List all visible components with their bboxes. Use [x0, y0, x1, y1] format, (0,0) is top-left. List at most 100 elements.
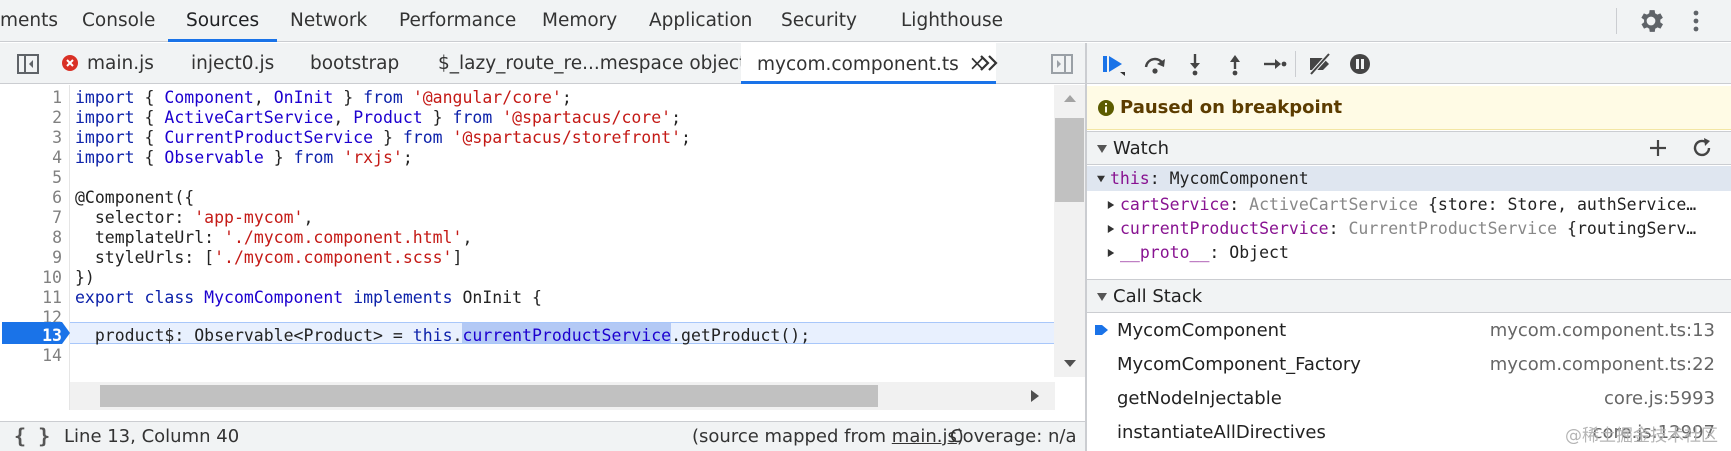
- callstack-frame[interactable]: getNodeInjectable core.js:5993: [1087, 382, 1731, 416]
- watch-type: CurrentProductService: [1348, 219, 1558, 238]
- devtools-tab-security[interactable]: Security: [781, 0, 857, 42]
- code-token-kw: implements: [353, 288, 453, 307]
- code-token-id: OnInit: [273, 88, 334, 107]
- expand-triangle-icon[interactable]: [1107, 200, 1115, 210]
- code-token-str: '@spartacus/storefront': [452, 128, 682, 147]
- line-number-gutter[interactable]: 1 2 3 4 5 6 7 8 9 10 11 12 13 14: [0, 85, 70, 410]
- vertical-scroll-thumb[interactable]: [1055, 118, 1084, 202]
- line-number[interactable]: 5: [0, 167, 62, 189]
- more-tabs-chevron-icon[interactable]: [978, 50, 1000, 76]
- devtools-tab-performance[interactable]: Performance: [399, 0, 516, 42]
- pause-on-exceptions-icon[interactable]: [1347, 52, 1373, 76]
- settings-gear-icon[interactable]: [1636, 6, 1666, 36]
- code-token: ,: [462, 228, 473, 247]
- code-token-kw: import: [75, 88, 135, 107]
- line-number[interactable]: 3: [0, 127, 62, 149]
- editor-tab-label: $_lazy_route_re...mespace object: [438, 53, 747, 74]
- add-watch-icon[interactable]: [1647, 137, 1669, 159]
- code-token-kw: from: [402, 128, 443, 147]
- step-icon[interactable]: [1262, 52, 1288, 76]
- code-token: ;: [561, 88, 572, 107]
- callstack-function: instantiateAllDirectives: [1117, 422, 1326, 443]
- step-into-icon[interactable]: [1182, 52, 1208, 76]
- devtools-tab-console[interactable]: Console: [82, 0, 155, 42]
- editor-tab[interactable]: inject0.js: [191, 43, 274, 84]
- code-token-kw: from: [363, 88, 403, 107]
- line-number[interactable]: 13: [0, 325, 62, 347]
- watch-row[interactable]: this: MycomComponent: [1087, 166, 1731, 191]
- toolbar-divider: [1295, 51, 1296, 77]
- deactivate-breakpoints-icon[interactable]: [1307, 52, 1333, 76]
- line-number[interactable]: 6: [0, 187, 62, 209]
- callstack-section-header[interactable]: Call Stack: [1087, 279, 1731, 313]
- code-token-id: MycomComponent: [204, 288, 344, 307]
- watch-value: MycomComponent: [1169, 169, 1309, 188]
- devtools-tab-memory[interactable]: Memory: [542, 0, 617, 42]
- line-number[interactable]: 2: [0, 107, 62, 129]
- devtools-tab-application[interactable]: Application: [649, 0, 752, 42]
- scroll-down-arrow-icon[interactable]: [1063, 359, 1077, 369]
- devtools-tab-network[interactable]: Network: [290, 0, 367, 42]
- callstack-location[interactable]: core.js:5993: [1604, 388, 1715, 409]
- paused-message: Paused on breakpoint: [1120, 97, 1343, 118]
- devtools-tab-ments[interactable]: ments: [0, 0, 58, 42]
- callstack-frame[interactable]: MycomComponent_Factory mycom.component.ts…: [1087, 348, 1731, 382]
- vertical-scrollbar[interactable]: [1054, 85, 1085, 377]
- code-token: }: [333, 88, 364, 107]
- code-token: ,: [303, 208, 314, 227]
- more-options-icon[interactable]: [1684, 6, 1708, 36]
- watch-section-header[interactable]: Watch: [1087, 131, 1731, 165]
- horizontal-scroll-thumb[interactable]: [100, 385, 878, 407]
- line-number[interactable]: 9: [0, 247, 62, 269]
- watch-row[interactable]: currentProductService: CurrentProductSer…: [1087, 216, 1731, 241]
- watch-row[interactable]: cartService: ActiveCartService {store: S…: [1087, 192, 1731, 217]
- code-token-kw: import: [75, 108, 135, 127]
- source-map-link[interactable]: main.js: [892, 426, 957, 447]
- expand-triangle-icon[interactable]: [1107, 224, 1115, 234]
- pretty-print-button[interactable]: { }: [14, 424, 50, 448]
- expand-triangle-icon[interactable]: [1107, 248, 1115, 258]
- callstack-location[interactable]: mycom.component.ts:13: [1490, 320, 1715, 341]
- step-out-icon[interactable]: [1222, 52, 1248, 76]
- devtools-tab-lighthouse[interactable]: Lighthouse: [901, 0, 1003, 42]
- scroll-right-arrow-icon[interactable]: [1030, 389, 1040, 403]
- line-number[interactable]: 4: [0, 147, 62, 169]
- watch-sep: :: [1229, 195, 1250, 214]
- editor-tab-label: main.js: [87, 53, 154, 74]
- toggle-debugger-icon[interactable]: [1050, 53, 1074, 75]
- editor-tab[interactable]: $_lazy_route_re...mespace object: [438, 43, 746, 84]
- collapse-triangle-icon[interactable]: [1097, 174, 1105, 184]
- refresh-watch-icon[interactable]: [1691, 137, 1713, 159]
- code-token-sel: currentProductService: [462, 326, 672, 345]
- scroll-up-arrow-icon[interactable]: [1063, 93, 1077, 103]
- code-token-id: ActiveCartService: [164, 108, 334, 127]
- code-token-id: CurrentProductService: [164, 128, 374, 147]
- resume-icon[interactable]: [1100, 52, 1126, 76]
- editor-tab[interactable]: mycom.component.ts ×: [741, 43, 996, 84]
- code-line: import { Observable } from 'rxjs';: [75, 147, 413, 169]
- line-number[interactable]: 11: [0, 287, 62, 309]
- step-over-icon[interactable]: [1142, 52, 1168, 76]
- watch-extra: {routingServ…: [1557, 219, 1697, 238]
- callstack-function: MycomComponent: [1117, 320, 1287, 341]
- editor-tab[interactable]: bootstrap: [310, 43, 399, 84]
- line-number[interactable]: 1: [0, 87, 62, 109]
- editor-tab[interactable]: main.js: [87, 43, 154, 84]
- line-number[interactable]: 7: [0, 207, 62, 229]
- horizontal-scrollbar[interactable]: [70, 382, 1055, 410]
- code-line: templateUrl: './mycom.component.html',: [75, 227, 473, 249]
- line-number[interactable]: 14: [0, 345, 62, 367]
- watch-row[interactable]: __proto__: Object: [1087, 240, 1731, 265]
- toggle-navigator-icon[interactable]: [16, 53, 40, 75]
- code-line: import { ActiveCartService, Product } fr…: [75, 107, 681, 129]
- source-map-prefix: (source mapped from: [692, 426, 892, 447]
- line-number[interactable]: 8: [0, 227, 62, 249]
- callstack-frame[interactable]: MycomComponent mycom.component.ts:13: [1087, 314, 1731, 348]
- code-editor[interactable]: 1 2 3 4 5 6 7 8 9 10 11 12 13 14 import { Component, …: [0, 85, 1085, 410]
- line-number[interactable]: 10: [0, 267, 62, 289]
- callstack-location[interactable]: mycom.component.ts:22: [1490, 354, 1715, 375]
- devtools-tab-sources[interactable]: Sources: [168, 0, 278, 42]
